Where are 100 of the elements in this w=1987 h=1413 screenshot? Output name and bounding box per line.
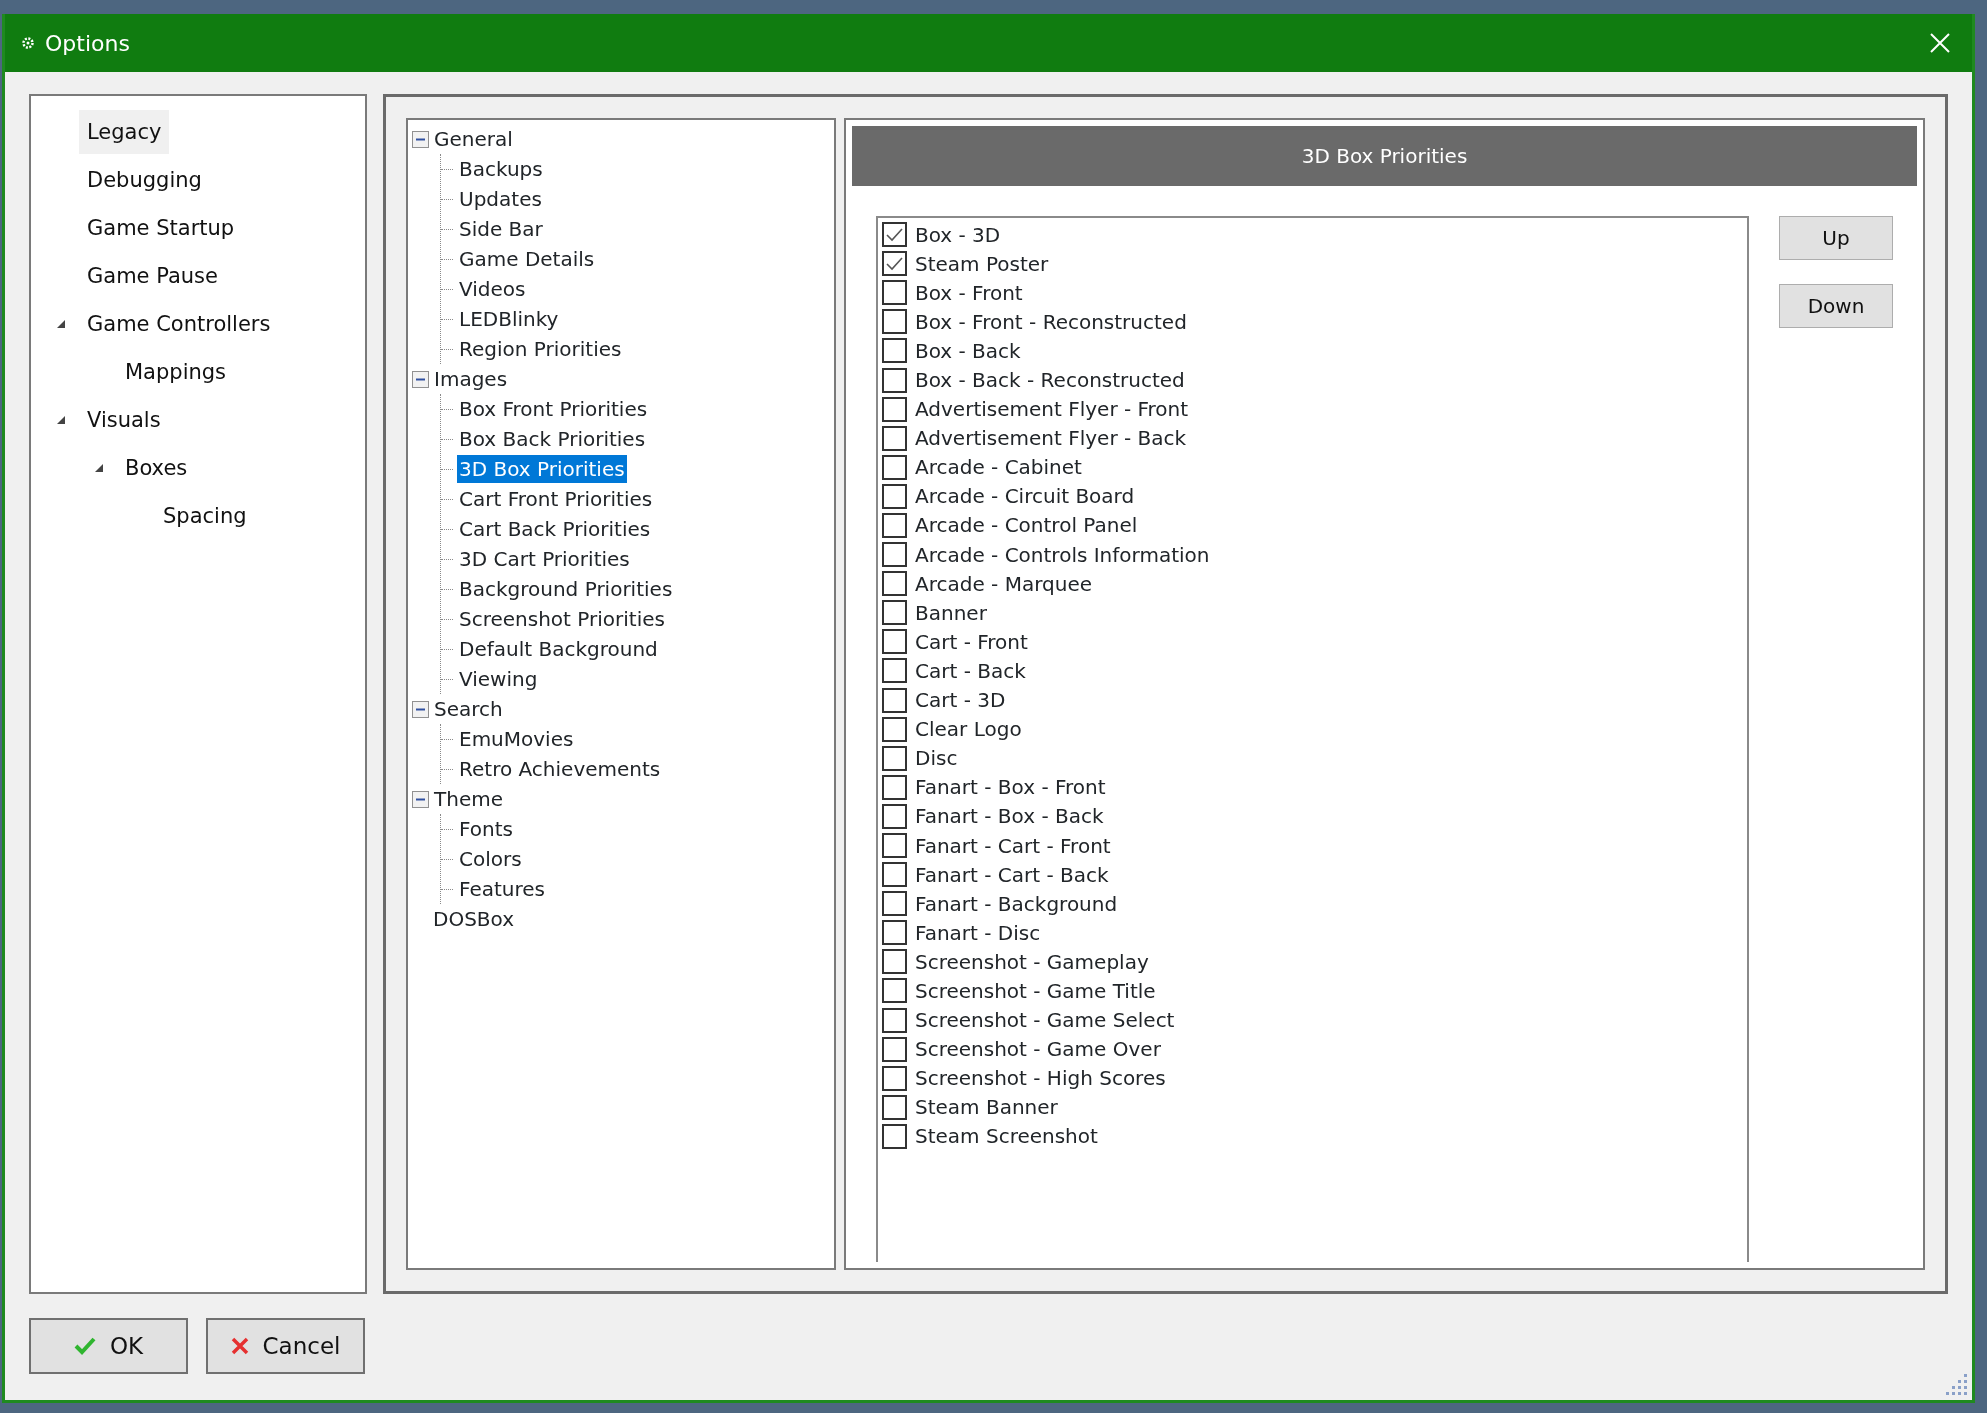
- checkbox-label: Box - Back - Reconstructed: [915, 367, 1185, 394]
- checkbox[interactable]: [882, 1065, 907, 1091]
- checkbox[interactable]: [882, 920, 907, 946]
- tree-item[interactable]: DOSBox: [431, 905, 516, 933]
- tree-item[interactable]: Box Back Priorities: [457, 425, 648, 453]
- tree-item[interactable]: Search: [432, 695, 505, 723]
- checkbox-label: Banner: [915, 599, 987, 627]
- sidebar-item[interactable]: Spacing: [155, 494, 255, 538]
- resize-grip-icon[interactable]: [1946, 1374, 1968, 1396]
- checkbox[interactable]: [882, 483, 907, 509]
- checkbox[interactable]: [882, 774, 907, 800]
- checkbox[interactable]: [882, 571, 907, 597]
- checkbox[interactable]: [882, 949, 907, 975]
- tree-item[interactable]: General: [432, 125, 515, 153]
- tree-item[interactable]: Cart Back Priorities: [457, 515, 653, 543]
- collapse-toggle-icon[interactable]: [412, 700, 429, 718]
- tree-item[interactable]: Game Details: [457, 245, 597, 273]
- window-title: Options: [45, 29, 130, 58]
- checkbox-label: Fanart - Box - Back: [915, 803, 1104, 831]
- collapse-toggle-icon[interactable]: [412, 130, 429, 148]
- checkbox[interactable]: [882, 309, 907, 335]
- checkbox-label: Cart - 3D: [915, 687, 1006, 715]
- tree-item[interactable]: Videos: [457, 275, 528, 303]
- checkbox[interactable]: [882, 251, 907, 277]
- expander-triangle-icon[interactable]: [94, 463, 104, 473]
- sidebar-item[interactable]: Game Pause: [79, 254, 226, 298]
- collapse-toggle-icon[interactable]: [412, 790, 429, 808]
- sidebar-item[interactable]: Boxes: [117, 446, 196, 490]
- sidebar-item[interactable]: Visuals: [79, 398, 169, 442]
- checkbox[interactable]: [882, 542, 907, 568]
- checkbox[interactable]: [882, 367, 907, 393]
- tree-item[interactable]: Default Background: [457, 635, 660, 663]
- tree-item[interactable]: LEDBlinky: [457, 305, 561, 333]
- checkbox[interactable]: [882, 716, 907, 742]
- tree-item[interactable]: Backups: [457, 155, 545, 183]
- checkbox[interactable]: [882, 425, 907, 451]
- checkbox-label: Cart - Back: [915, 657, 1026, 685]
- tree-item[interactable]: Screenshot Priorities: [457, 605, 667, 633]
- checkbox[interactable]: [882, 396, 907, 422]
- checkbox[interactable]: [882, 513, 907, 538]
- checkbox[interactable]: [882, 1094, 907, 1120]
- checkbox-label: Box - Front - Reconstructed: [915, 308, 1187, 336]
- checkbox[interactable]: [882, 833, 907, 858]
- checkbox[interactable]: [882, 222, 907, 248]
- checkbox[interactable]: [882, 454, 907, 480]
- checkbox[interactable]: [882, 1123, 907, 1149]
- tree-item[interactable]: Background Priorities: [457, 575, 675, 603]
- tree-item[interactable]: Updates: [457, 185, 544, 213]
- tree-item[interactable]: Side Bar: [457, 215, 545, 243]
- checkbox[interactable]: [882, 687, 907, 713]
- checkbox-label: Box - 3D: [915, 221, 1001, 249]
- ok-button[interactable]: OK: [29, 1318, 188, 1374]
- checkbox-label: Steam Poster: [915, 250, 1049, 278]
- sidebar-item[interactable]: Game Startup: [79, 206, 243, 250]
- checkbox-label: Advertisement Flyer - Back: [915, 425, 1187, 453]
- checkbox[interactable]: [882, 978, 907, 1004]
- move-button[interactable]: Up: [1779, 216, 1893, 260]
- checkbox[interactable]: [882, 658, 907, 684]
- checkbox[interactable]: [882, 803, 907, 829]
- tree-item[interactable]: Images: [432, 365, 510, 393]
- tree-item[interactable]: EmuMovies: [457, 725, 576, 753]
- checkbox-label: Box - Back: [915, 337, 1021, 365]
- checkbox-label: Steam Screenshot: [915, 1123, 1098, 1151]
- tree-item[interactable]: Cart Front Priorities: [457, 485, 655, 513]
- tree-item[interactable]: Fonts: [457, 815, 515, 843]
- checkbox[interactable]: [882, 629, 907, 655]
- tree-item[interactable]: Retro Achievements: [457, 755, 663, 783]
- tree-item[interactable]: 3D Cart Priorities: [457, 545, 632, 573]
- checkbox-label: Screenshot - Game Over: [915, 1036, 1161, 1064]
- tree-item[interactable]: Viewing: [457, 665, 540, 693]
- collapse-toggle-icon[interactable]: [412, 370, 429, 388]
- sidebar-item[interactable]: Debugging: [79, 158, 210, 202]
- tree-item[interactable]: Theme: [432, 785, 505, 813]
- tree-item[interactable]: Region Priorities: [457, 335, 624, 363]
- checkbox-label: Fanart - Box - Front: [915, 774, 1106, 802]
- checkbox[interactable]: [882, 280, 907, 306]
- cancel-button[interactable]: Cancel: [206, 1318, 365, 1374]
- tree-item[interactable]: Box Front Priorities: [457, 395, 650, 423]
- checkbox-label: Screenshot - High Scores: [915, 1065, 1166, 1093]
- move-button[interactable]: Down: [1779, 284, 1893, 328]
- sidebar-item[interactable]: Mappings: [117, 350, 235, 394]
- tree-item[interactable]: 3D Box Priorities: [457, 455, 627, 483]
- checkbox[interactable]: [882, 745, 907, 771]
- checkbox-label: Cart - Front: [915, 628, 1028, 656]
- checkbox-label: Arcade - Control Panel: [915, 512, 1138, 540]
- checkbox-label: Arcade - Controls Information: [915, 541, 1210, 569]
- sidebar-item[interactable]: Legacy: [79, 110, 170, 154]
- tree-item[interactable]: Features: [457, 875, 547, 903]
- checkbox[interactable]: [882, 891, 907, 917]
- sidebar-item[interactable]: Game Controllers: [79, 302, 279, 346]
- checkbox[interactable]: [882, 1007, 907, 1033]
- checkbox[interactable]: [882, 862, 907, 888]
- tree-item[interactable]: Colors: [457, 845, 524, 873]
- checkbox-label: Steam Banner: [915, 1094, 1058, 1122]
- checkbox[interactable]: [882, 338, 907, 364]
- expander-triangle-icon[interactable]: [56, 319, 66, 329]
- checkbox[interactable]: [882, 1036, 907, 1062]
- checkbox-label: Box - Front: [915, 279, 1023, 307]
- expander-triangle-icon[interactable]: [56, 415, 66, 425]
- checkbox[interactable]: [882, 600, 907, 626]
